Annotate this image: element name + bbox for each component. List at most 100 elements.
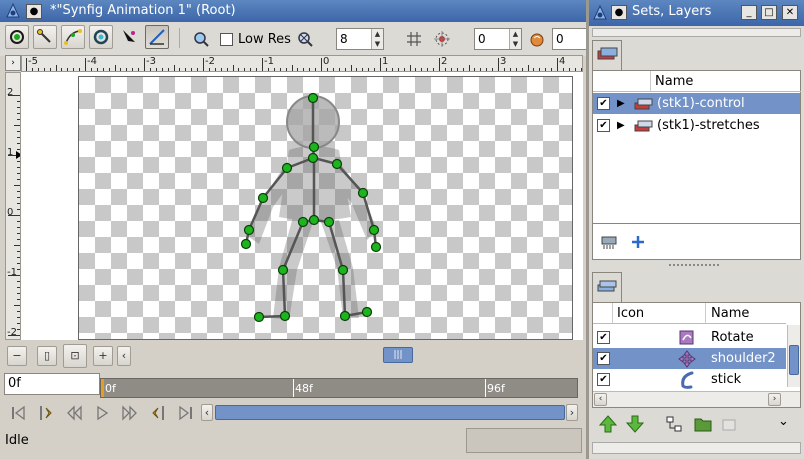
- grid-icon[interactable]: [406, 31, 422, 47]
- current-time-field[interactable]: 0f: [4, 373, 100, 395]
- timebar-mark-48: [293, 379, 294, 397]
- time-scroll-right-button[interactable]: ›: [566, 404, 578, 421]
- seek-next-frame-icon[interactable]: [121, 404, 139, 422]
- bone-handle[interactable]: [331, 158, 343, 170]
- library-hscrollbar[interactable]: ‹ ›: [593, 391, 800, 407]
- horizontal-scrollbar-thumb[interactable]: |||: [383, 347, 413, 363]
- zoom-fit-icon[interactable]: [297, 31, 313, 47]
- pane-splitter[interactable]: [669, 264, 719, 268]
- library-item-checkbox[interactable]: ✔: [597, 373, 610, 386]
- layer-row[interactable]: ✔ ▶ (stk1)-control: [593, 93, 800, 114]
- bone-handle[interactable]: [308, 214, 320, 226]
- dock-window-menu-button[interactable]: ●: [611, 5, 627, 20]
- library-vscrollbar[interactable]: [787, 325, 800, 387]
- fit-window-button[interactable]: ▯: [37, 346, 57, 366]
- bone-handle[interactable]: [281, 162, 293, 174]
- transform-tool-button[interactable]: [5, 25, 29, 49]
- dock-close-button[interactable]: ✕: [782, 5, 798, 20]
- add-set-icon[interactable]: [629, 233, 647, 251]
- layer-group-icon: [634, 98, 653, 110]
- seek-next-keyframe-icon[interactable]: [149, 404, 167, 422]
- bone-handle[interactable]: [370, 241, 382, 253]
- bone-handle[interactable]: [308, 141, 320, 153]
- bone-handle[interactable]: [243, 224, 255, 236]
- window-menu-button[interactable]: ●: [26, 4, 42, 19]
- bone-handle[interactable]: [279, 310, 291, 322]
- delete-set-icon[interactable]: [600, 233, 618, 251]
- expand-arrow-icon[interactable]: ▶: [617, 115, 625, 136]
- layer-active-checkbox[interactable]: ✔: [597, 97, 610, 110]
- onion-color-icon[interactable]: [528, 30, 546, 48]
- tree-view-icon[interactable]: [664, 414, 684, 434]
- onion-future-spinbox[interactable]: 0: [552, 28, 586, 50]
- library-row[interactable]: ✔ shoulder2: [593, 348, 786, 369]
- dock-minimize-button[interactable]: _: [741, 5, 757, 20]
- lower-icon[interactable]: [625, 414, 645, 434]
- library-column-name[interactable]: Name: [706, 303, 786, 324]
- time-scroll-left-button[interactable]: ‹: [201, 404, 213, 421]
- bone-handle[interactable]: [253, 311, 265, 323]
- raise-icon[interactable]: [598, 414, 618, 434]
- library-scroll-right-button[interactable]: ›: [768, 393, 781, 406]
- rotate-tool-button[interactable]: [89, 25, 113, 49]
- library-list[interactable]: Icon Name ✔ Rotate ✔ shoulder2 ✔ stick ‹…: [592, 302, 801, 408]
- bone-handle[interactable]: [339, 310, 351, 322]
- draw-tool-button[interactable]: [145, 25, 169, 49]
- canvas-bottom-bar: − ▯ ⊡ + ‹ |||: [5, 344, 583, 368]
- low-res-checkbox[interactable]: [220, 33, 233, 46]
- bone-handle[interactable]: [257, 192, 269, 204]
- scroll-left-button[interactable]: ‹: [117, 346, 131, 366]
- mirror-tool-button[interactable]: [117, 25, 141, 49]
- stick-figure-skeleton[interactable]: [21, 72, 583, 340]
- ruler-corner[interactable]: ›: [5, 55, 21, 71]
- bone-handle[interactable]: [337, 264, 349, 276]
- layer-active-checkbox[interactable]: ✔: [597, 119, 610, 132]
- bone-handle[interactable]: [357, 187, 369, 199]
- timebar-cursor[interactable]: [101, 379, 104, 397]
- library-vscroll-thumb[interactable]: [789, 345, 799, 375]
- more-options-icon[interactable]: ⌄: [778, 414, 789, 429]
- bone-handle[interactable]: [323, 216, 335, 228]
- onion-skin-icon[interactable]: [433, 30, 451, 48]
- seek-prev-frame-icon[interactable]: [65, 404, 83, 422]
- library-item-checkbox[interactable]: ✔: [597, 331, 610, 344]
- bone-handle[interactable]: [307, 92, 319, 104]
- resolution-spin-arrows[interactable]: ▲ ▼: [371, 29, 383, 49]
- seek-end-icon[interactable]: [177, 404, 195, 422]
- library-item-checkbox[interactable]: ✔: [597, 352, 610, 365]
- zoom-in-button[interactable]: +: [93, 346, 113, 366]
- bone-handle[interactable]: [307, 152, 319, 164]
- bone-handle[interactable]: [368, 224, 380, 236]
- library-scroll-left-button[interactable]: ‹: [594, 393, 607, 406]
- folder-icon[interactable]: [693, 414, 713, 434]
- scale-tool-button[interactable]: [61, 25, 85, 49]
- canvas-viewport[interactable]: [21, 72, 583, 340]
- bone-handle[interactable]: [361, 306, 373, 318]
- timebar[interactable]: 0f 48f 96f: [100, 378, 578, 398]
- expand-arrow-icon[interactable]: ▶: [617, 93, 625, 114]
- seek-begin-icon[interactable]: [9, 404, 27, 422]
- time-scrollbar[interactable]: [215, 405, 565, 420]
- resolution-spinbox[interactable]: 8 ▲ ▼: [336, 28, 384, 50]
- library-row[interactable]: ✔ Rotate: [593, 327, 786, 348]
- zoom-100-button[interactable]: ⊡: [63, 344, 87, 368]
- seek-prev-keyframe-icon[interactable]: [37, 404, 55, 422]
- zoom-out-button[interactable]: −: [7, 346, 27, 366]
- zoom-in-icon[interactable]: [193, 31, 209, 47]
- library-tab[interactable]: [592, 272, 622, 302]
- dock-maximize-button[interactable]: □: [761, 5, 777, 20]
- bone-handle[interactable]: [277, 264, 289, 276]
- play-icon[interactable]: [93, 404, 111, 422]
- library-column-icon[interactable]: Icon: [613, 303, 706, 324]
- smooth-move-tool-button[interactable]: [33, 25, 57, 49]
- layers-list[interactable]: Name ✔ ▶ (stk1)-control ✔ ▶ (stk1)-stret…: [592, 70, 801, 224]
- bone-handle[interactable]: [240, 238, 252, 250]
- library-row[interactable]: ✔ stick: [593, 369, 786, 390]
- layers-tab[interactable]: [592, 40, 622, 70]
- layers-column-name[interactable]: Name: [651, 71, 801, 92]
- onion-past-spin-arrows[interactable]: ▲ ▼: [509, 29, 521, 49]
- layer-row[interactable]: ✔ ▶ (stk1)-stretches: [593, 115, 800, 136]
- onion-past-spinbox[interactable]: 0 ▲ ▼: [474, 28, 522, 50]
- ruler-v-label: 1: [7, 147, 14, 158]
- bone-handle[interactable]: [297, 216, 309, 228]
